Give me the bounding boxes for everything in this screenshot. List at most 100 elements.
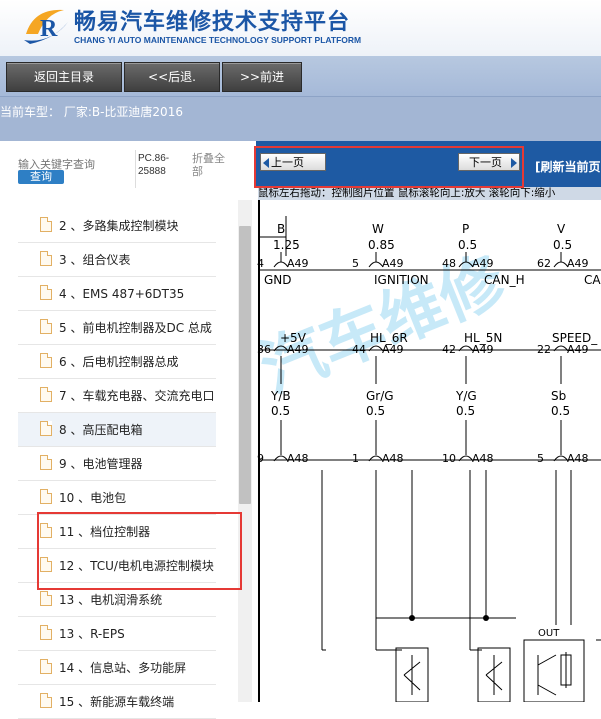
tree-item[interactable]: 11 、档位控制器 xyxy=(18,515,216,549)
tree-item[interactable]: 3 、组合仪表 xyxy=(18,243,216,277)
wire-letter: B xyxy=(277,222,285,236)
wire-size: 0.5 xyxy=(366,404,385,418)
next-page-button[interactable]: 下一页 xyxy=(458,153,520,171)
car-type-label: 当前车型： 厂家:B-比亚迪唐2016 xyxy=(0,105,183,119)
tree-item-label: 11 、档位控制器 xyxy=(59,525,151,539)
signal-gnd: GND xyxy=(264,273,292,287)
document-icon xyxy=(40,659,52,674)
pin-number: 5 xyxy=(537,452,544,465)
tree-item-label: 14 、信息站、多功能屏 xyxy=(59,661,187,675)
connector-a48: A48 xyxy=(382,452,404,465)
pin-number: 44 xyxy=(352,343,366,356)
search-button[interactable]: 查询 xyxy=(18,170,64,184)
home-button[interactable]: 返回主目录 xyxy=(6,62,122,92)
search-divider xyxy=(135,150,136,188)
prev-page-button[interactable]: 上一页 xyxy=(260,153,326,171)
wiring-diagram[interactable]: 汽车维修 B1.254 A4936 A49Y/B0.59 A48W0.855 A4944… xyxy=(256,200,601,702)
pin-number: 1 xyxy=(352,452,359,465)
document-icon xyxy=(40,591,52,606)
tree-item[interactable]: 6 、后电机控制器总成 xyxy=(18,345,216,379)
connector-a49: A49 xyxy=(287,257,309,270)
logo-letter: R xyxy=(40,16,58,42)
tree-item-label: 6 、后电机控制器总成 xyxy=(59,355,179,369)
tree-item-label: 10 、电池包 xyxy=(59,491,127,505)
tree-item[interactable]: 2 、多路集成控制模块 xyxy=(18,209,216,243)
scrollbar-thumb[interactable] xyxy=(239,226,251,504)
tree-item[interactable]: 5 、前电机控制器及DC 总成 xyxy=(18,311,216,345)
connector-a49: A49 xyxy=(472,257,494,270)
document-icon xyxy=(40,387,52,402)
wire-size: 0.5 xyxy=(456,404,475,418)
tree-item-label: 9 、电池管理器 xyxy=(59,457,143,471)
prev-arrow-icon xyxy=(263,158,269,168)
document-icon xyxy=(40,693,52,708)
pin-number: 62 xyxy=(537,257,551,270)
signal-can-l: CA xyxy=(584,273,601,287)
signal-can-h: CAN_H xyxy=(484,273,525,287)
document-icon xyxy=(40,285,52,300)
tree-item-label: 5 、前电机控制器及DC 总成 xyxy=(59,321,212,335)
car-type-bar: 当前车型： 厂家:B-比亚迪唐2016 xyxy=(0,97,601,141)
tree-item[interactable]: 12 、TCU/电机电源控制模块 xyxy=(18,549,216,583)
forward-button[interactable]: >>前进 xyxy=(222,62,302,92)
out-label: OUT xyxy=(538,628,560,639)
tree-item-label: 13 、电机润滑系统 xyxy=(59,593,163,607)
next-arrow-icon xyxy=(511,158,517,168)
document-icon xyxy=(40,489,52,504)
connector-a49: A49 xyxy=(567,257,589,270)
tree-item[interactable]: 8 、高压配电箱 xyxy=(18,413,216,447)
pin-number: 36 xyxy=(257,343,271,356)
wire-size: 0.5 xyxy=(458,238,477,252)
wire-size: 0.5 xyxy=(271,404,290,418)
pin-number: 5 xyxy=(352,257,359,270)
viewer-hint: 鼠标左右拖动：控制图片位置 鼠标滚轮向上:放大 滚轮向下:缩小 xyxy=(258,187,601,200)
tree-item[interactable]: 13 、R-EPS xyxy=(18,617,216,651)
refresh-page-link[interactable]: [刷新当前页 xyxy=(535,158,601,175)
tree-item[interactable]: 13 、电机润滑系统 xyxy=(18,583,216,617)
signal-5v: +5V xyxy=(280,331,307,345)
document-icon xyxy=(40,557,52,572)
wire-size: 0.5 xyxy=(551,404,570,418)
logo-icon: R xyxy=(24,9,68,44)
connector-a48: A48 xyxy=(287,452,309,465)
tree-item[interactable]: 9 、电池管理器 xyxy=(18,447,216,481)
document-icon xyxy=(40,251,52,266)
wire-color: Sb xyxy=(551,389,566,403)
back-button[interactable]: <<后退. xyxy=(124,62,220,92)
tree-item-label: 12 、TCU/电机电源控制模块 xyxy=(59,559,214,573)
connector-a48: A48 xyxy=(567,452,589,465)
tree-item-label: 2 、多路集成控制模块 xyxy=(59,219,179,233)
tree-item[interactable]: 7 、车载充电器、交流充电口 xyxy=(18,379,216,413)
wire-color: Gr/G xyxy=(366,389,394,403)
tree-item-label: 3 、组合仪表 xyxy=(59,253,131,267)
connector-a49: A49 xyxy=(382,257,404,270)
signal-ignition: IGNITION xyxy=(374,273,429,287)
pin-number: 22 xyxy=(537,343,551,356)
tree-item[interactable]: 10 、电池包 xyxy=(18,481,216,515)
pin-number: 9 xyxy=(257,452,264,465)
wire-size: 0.5 xyxy=(553,238,572,252)
tree-item-label: 13 、R-EPS xyxy=(59,627,125,641)
document-icon xyxy=(40,625,52,640)
collapse-all-button[interactable]: 折叠全部 xyxy=(192,152,232,178)
document-icon xyxy=(40,455,52,470)
next-page-label: 下一页 xyxy=(469,156,502,169)
signal-hl-5n: HL_5N xyxy=(464,331,502,345)
document-icon xyxy=(40,319,52,334)
tree-item[interactable]: 15 、新能源车载终端 xyxy=(18,685,216,719)
document-icon xyxy=(40,353,52,368)
tree-item[interactable]: 14 、信息站、多功能屏 xyxy=(18,651,216,685)
connector-a48: A48 xyxy=(472,452,494,465)
wire-color: Y/B xyxy=(270,389,291,403)
wire-color: Y/G xyxy=(455,389,477,403)
tree-item-label: 8 、高压配电箱 xyxy=(59,423,143,437)
pin-number: 10 xyxy=(442,452,456,465)
document-icon xyxy=(40,421,52,436)
wire-letter: V xyxy=(557,222,566,236)
wire-size: 0.85 xyxy=(368,238,395,252)
platform-title: 畅易汽车维修技术支持平台 xyxy=(74,10,351,35)
pin-number: 4 xyxy=(257,257,264,270)
document-icon xyxy=(40,523,52,538)
tree-item[interactable]: 4 、EMS 487+6DT35 xyxy=(18,277,216,311)
wire-size: 1.25 xyxy=(273,238,300,252)
